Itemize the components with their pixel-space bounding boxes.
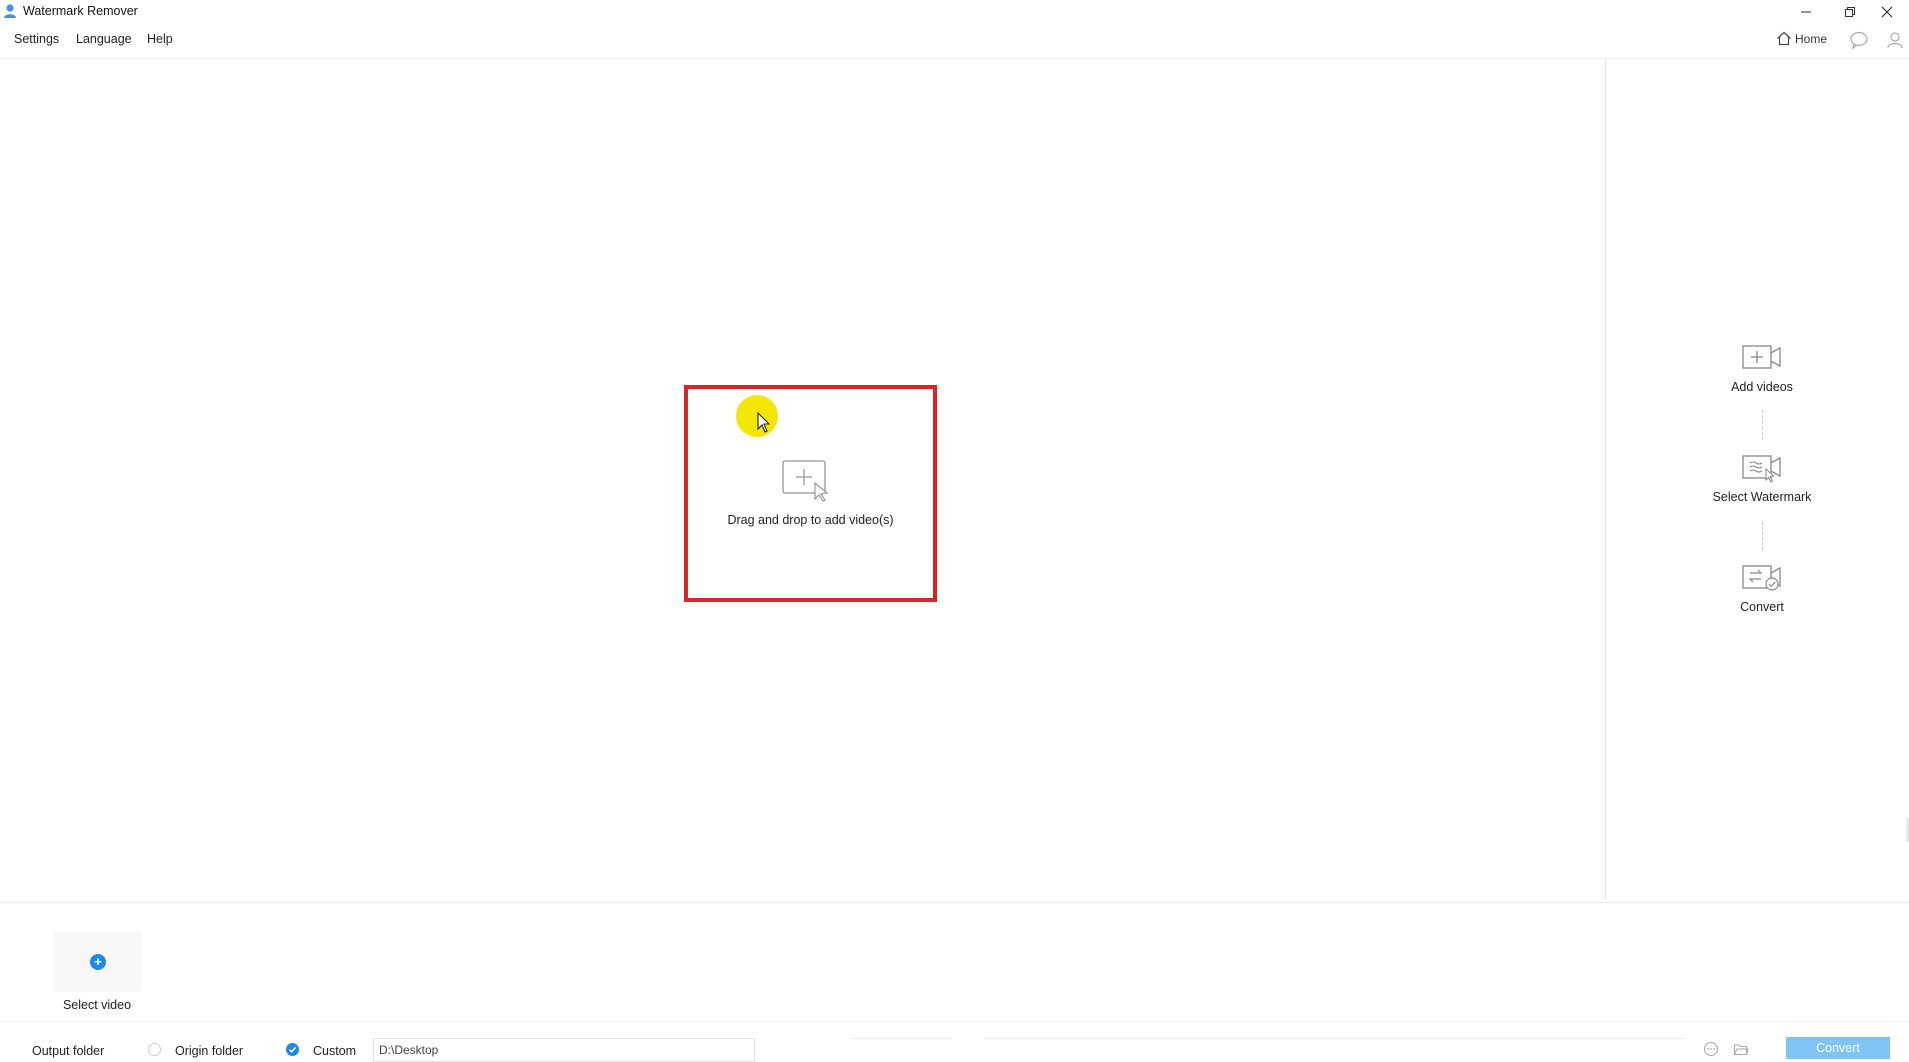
menu-help[interactable]: Help [147, 32, 173, 46]
step-add-videos: Add videos [1662, 340, 1862, 394]
custom-radio[interactable] [286, 1043, 299, 1056]
open-folder-icon[interactable] [1733, 1041, 1749, 1057]
convert-icon [1742, 565, 1781, 591]
convert-button[interactable]: Convert [1786, 1037, 1890, 1059]
panel-divider [1605, 58, 1606, 901]
minimize-icon [1801, 11, 1811, 13]
step-label: Select Watermark [1712, 490, 1812, 504]
output-path-input[interactable]: D:\Desktop [373, 1038, 755, 1062]
footer-divider [0, 1021, 1909, 1022]
restore-icon [1845, 7, 1855, 17]
home-icon [1777, 31, 1791, 46]
output-folder-label: Output folder [32, 1044, 105, 1058]
close-button[interactable] [1865, 0, 1909, 24]
minimize-button[interactable] [1784, 0, 1828, 24]
home-label: Home [1795, 31, 1828, 46]
step-connector [1762, 522, 1763, 550]
app-icon [4, 4, 16, 18]
add-video-icon [1742, 345, 1781, 369]
add-file-icon [782, 460, 829, 502]
select-video-label: Select video [62, 998, 132, 1012]
window-title: Watermark Remover [23, 4, 138, 18]
drop-zone-text: Drag and drop to add video(s) [727, 513, 894, 527]
home-button[interactable]: Home [1776, 31, 1827, 46]
origin-folder-radio[interactable] [148, 1043, 161, 1056]
chat-icon[interactable] [1849, 30, 1869, 50]
bottom-divider [0, 902, 1909, 903]
menu-settings[interactable]: Settings [14, 32, 59, 46]
mouse-cursor-icon [757, 412, 771, 433]
step-label: Convert [1740, 600, 1784, 614]
drop-zone[interactable]: Drag and drop to add video(s) [684, 385, 937, 602]
divider [850, 1038, 952, 1039]
add-icon: + [90, 954, 106, 970]
checkmark-icon [288, 1046, 297, 1053]
select-video-button[interactable]: + [54, 932, 142, 992]
more-options-icon[interactable] [1703, 1041, 1719, 1057]
step-convert: Convert [1662, 560, 1862, 614]
user-icon[interactable] [1885, 30, 1905, 50]
select-watermark-icon [1742, 455, 1781, 483]
step-connector [1762, 410, 1763, 440]
menu-bar: Settings Language Help [0, 28, 1909, 52]
close-icon [1881, 6, 1893, 18]
custom-label[interactable]: Custom [313, 1044, 356, 1058]
divider [985, 1038, 1685, 1039]
menu-divider [0, 58, 1909, 59]
title-bar: Watermark Remover [0, 0, 1909, 24]
menu-language[interactable]: Language [76, 32, 132, 46]
step-label: Add videos [1731, 380, 1793, 394]
step-select-watermark: Select Watermark [1662, 450, 1862, 504]
origin-folder-label[interactable]: Origin folder [175, 1044, 243, 1058]
